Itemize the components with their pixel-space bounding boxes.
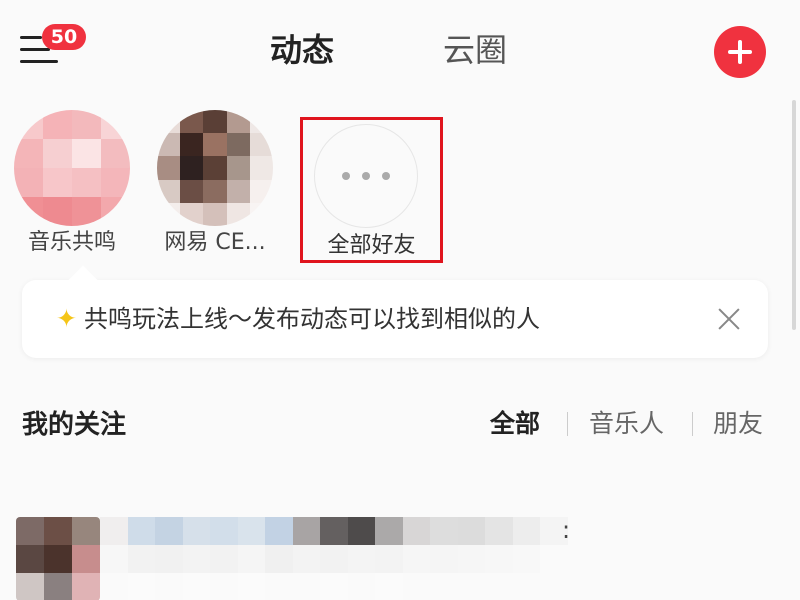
notification-badge: 50 <box>42 24 86 50</box>
friend-item-music-resonance[interactable]: 音乐共鸣 <box>7 110 137 255</box>
friend-name: 全部好友 <box>327 233 416 258</box>
menu-icon-bar <box>20 36 42 39</box>
avatar <box>14 110 130 226</box>
close-icon[interactable] <box>716 306 742 332</box>
tab-cloud-circle[interactable]: 云圈 <box>443 28 507 72</box>
filter-all[interactable]: 全部 <box>490 404 540 440</box>
more-button-circle <box>314 124 418 228</box>
app-page: 50 动态 云圈 音乐共鸣 网易 CE... 全部好友 ✦ 共鸣玩法上线～发布动… <box>0 0 800 600</box>
menu-icon-bar <box>20 48 50 51</box>
menu-icon-bar <box>20 60 58 63</box>
tab-active-underline <box>266 69 339 76</box>
add-post-button[interactable] <box>714 26 766 78</box>
tab-label: 动态 <box>270 31 335 69</box>
divider <box>567 412 568 436</box>
tip-banner: ✦ 共鸣玩法上线～发布动态可以找到相似的人 <box>22 265 768 358</box>
feed-avatar[interactable] <box>16 517 100 600</box>
dot <box>342 172 350 180</box>
dot <box>362 172 370 180</box>
filter-musician[interactable]: 音乐人 <box>589 404 664 440</box>
tab-dynamic[interactable]: 动态 <box>266 28 339 76</box>
tip-pointer <box>67 265 99 297</box>
friend-item-netease[interactable]: 网易 CE... <box>150 110 280 255</box>
friend-name: 音乐共鸣 <box>27 230 116 255</box>
avatar-image <box>157 110 273 226</box>
tab-label: 云圈 <box>443 31 508 69</box>
filter-friends[interactable]: 朋友 <box>713 404 763 440</box>
dot <box>382 172 390 180</box>
star-icon: ✦ <box>56 304 77 333</box>
avatar-image <box>14 110 130 226</box>
friend-name: 网易 CE... <box>164 230 266 255</box>
avatar <box>157 110 273 226</box>
divider <box>692 412 693 436</box>
more-dots-icon <box>342 172 390 180</box>
scrollbar[interactable] <box>792 100 796 330</box>
friend-item-all-friends[interactable]: 全部好友 <box>300 117 443 263</box>
feed-colon: : <box>562 516 571 544</box>
tip-text: 共鸣玩法上线～发布动态可以找到相似的人 <box>84 305 540 333</box>
section-title: 我的关注 <box>22 410 127 440</box>
feed-item-content[interactable] <box>100 517 568 600</box>
